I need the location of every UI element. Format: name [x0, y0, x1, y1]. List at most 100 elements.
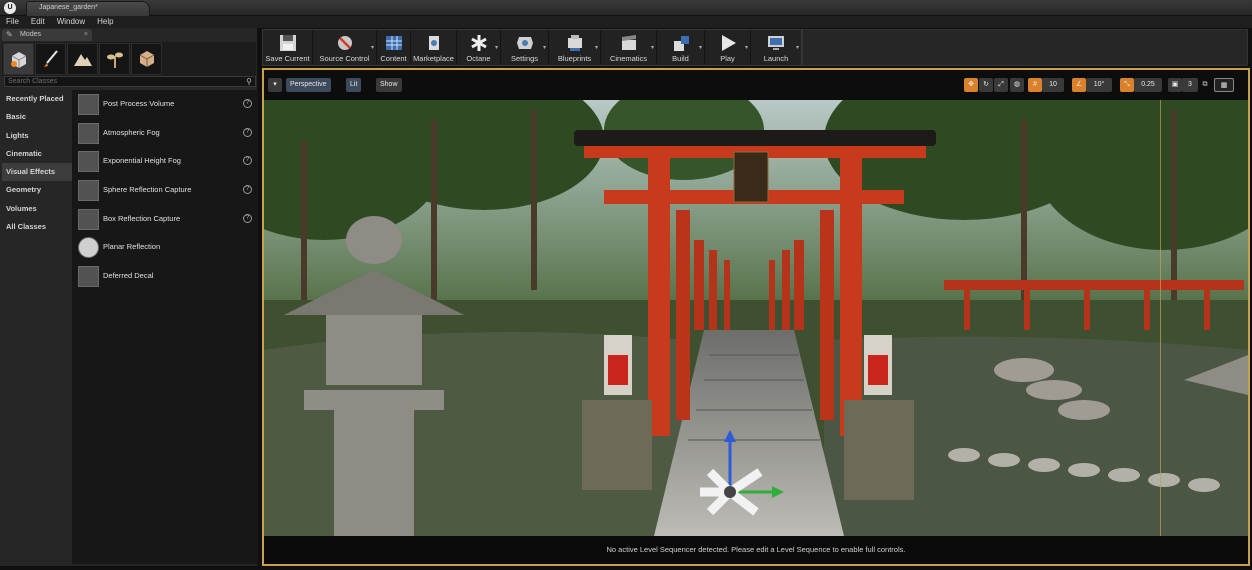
build-label: Build [672, 54, 689, 63]
chevron-down-icon[interactable]: ▾ [595, 44, 598, 51]
grid-snap-value[interactable]: 10 [1042, 78, 1064, 92]
menu-help[interactable]: Help [97, 16, 113, 28]
build-button[interactable]: Build ▾ [657, 30, 705, 65]
world-local-icon[interactable]: ◍ [1010, 78, 1024, 92]
landscape-mode-icon[interactable] [67, 43, 98, 75]
show-label: Show [380, 81, 398, 88]
menu-window[interactable]: Window [57, 16, 85, 28]
save-current-button[interactable]: Save Current [263, 30, 313, 65]
content-icon [385, 36, 402, 50]
perspective-button[interactable]: Perspective [286, 78, 331, 92]
show-button[interactable]: Show [376, 78, 402, 92]
list-item[interactable]: Box Reflection Capture ? [72, 205, 258, 234]
chevron-down-icon[interactable]: ▾ [371, 44, 374, 51]
chevron-down-icon[interactable]: ▾ [699, 44, 702, 51]
help-icon[interactable]: ? [243, 185, 252, 195]
content-button[interactable]: Content [377, 30, 411, 65]
content-label: Content [380, 54, 407, 63]
search-icon[interactable]: ⚲ [246, 77, 252, 86]
modes-tab[interactable]: ✎ Modes × [2, 29, 92, 41]
build-icon [673, 36, 689, 51]
help-icon[interactable]: ? [243, 99, 252, 108]
list-item[interactable]: Planar Reflection [72, 233, 258, 262]
marketplace-label: Marketplace [413, 54, 454, 63]
blueprints-button[interactable]: Blueprints ▾ [549, 30, 601, 65]
paint-mode-icon[interactable] [35, 43, 66, 75]
post-process-volume-icon [78, 94, 99, 115]
list-item-label: Box Reflection Capture [103, 213, 181, 223]
camera-safe-frame-guide [1160, 100, 1161, 536]
menu-edit[interactable]: Edit [31, 16, 45, 28]
category-geometry[interactable]: Geometry [2, 181, 72, 199]
chevron-down-icon[interactable]: ▾ [495, 44, 498, 51]
category-lights[interactable]: Lights [2, 127, 72, 145]
scale-snap-value[interactable]: 0.25 [1134, 78, 1162, 92]
level-viewport[interactable]: ▾ Perspective Lit Show ✥ ↻ ⤢ ◍ # 10 ∠ 10… [262, 68, 1250, 566]
unreal-logo-icon: U [4, 2, 16, 14]
play-button[interactable]: Play ▾ [705, 30, 751, 65]
blueprints-label: Blueprints [557, 54, 592, 63]
viewport-options-button[interactable]: ▾ [268, 78, 282, 92]
rotation-snap-value[interactable]: 10° [1086, 78, 1112, 92]
chevron-down-icon[interactable]: ▾ [745, 44, 748, 51]
place-mode-icon[interactable] [3, 43, 34, 75]
octane-label: Octane [466, 54, 491, 63]
camera-speed-value[interactable]: 3 [1182, 78, 1198, 92]
save-icon [279, 35, 296, 51]
list-item[interactable]: Deferred Decal [72, 262, 258, 291]
play-icon [721, 35, 736, 51]
tab-level[interactable]: Japanese_garden* [26, 1, 150, 16]
help-icon[interactable]: ? [243, 213, 252, 223]
rotate-mode-icon[interactable]: ↻ [979, 78, 993, 92]
rotation-snap-icon[interactable]: ∠ [1072, 78, 1086, 92]
menu-file[interactable]: File [6, 16, 19, 28]
layout-icon[interactable]: ▦ [1214, 78, 1234, 92]
modes-panel: ✎ Modes × Search Classes ⚲ Recently Plac… [0, 28, 258, 566]
menu-bar: File Edit Window Help [0, 16, 1252, 28]
settings-button[interactable]: Settings ▾ [501, 30, 549, 65]
list-item-label: Sphere Reflection Capture [103, 185, 192, 195]
marketplace-button[interactable]: Marketplace [411, 30, 457, 65]
geometry-mode-icon[interactable] [131, 43, 162, 75]
camera-speed-icon[interactable]: ▣ [1168, 78, 1182, 92]
list-item[interactable]: Atmospheric Fog ? [72, 119, 258, 148]
sequencer-status-message: No active Level Sequencer detected. Plea… [264, 536, 1248, 564]
translate-mode-icon[interactable]: ✥ [964, 78, 978, 92]
category-recently-placed[interactable]: Recently Placed [2, 90, 72, 108]
source-control-icon [337, 36, 352, 50]
scene-render[interactable] [264, 100, 1248, 536]
octane-button[interactable]: Octane ▾ [457, 30, 501, 65]
modes-tab-label: Modes [20, 31, 42, 38]
help-icon[interactable]: ? [243, 156, 252, 166]
chevron-down-icon[interactable]: ▾ [796, 44, 799, 51]
close-icon[interactable]: × [84, 29, 88, 41]
category-list: Recently Placed Basic Lights Cinematic V… [2, 90, 72, 236]
lit-button[interactable]: Lit [346, 78, 362, 92]
category-basic[interactable]: Basic [2, 108, 72, 126]
category-cinematic[interactable]: Cinematic [2, 145, 72, 163]
cinematics-button[interactable]: Cinematics ▾ [601, 30, 657, 65]
scale-mode-icon[interactable]: ⤢ [994, 78, 1008, 92]
settings-icon [516, 37, 533, 49]
list-item[interactable]: Sphere Reflection Capture ? [72, 176, 258, 205]
foliage-mode-icon[interactable] [99, 43, 130, 75]
list-item-label: Post Process Volume [103, 99, 175, 108]
list-item[interactable]: Exponential Height Fog ? [72, 147, 258, 176]
launch-button[interactable]: Launch ▾ [751, 30, 801, 65]
grid-snap-icon[interactable]: # [1028, 78, 1042, 92]
list-item[interactable]: Post Process Volume ? [72, 90, 258, 119]
search-classes-input[interactable]: Search Classes ⚲ [4, 76, 256, 87]
cinematics-label: Cinematics [609, 54, 648, 63]
category-visual-effects[interactable]: Visual Effects [2, 163, 72, 182]
scale-snap-icon[interactable]: ⤡ [1120, 78, 1134, 92]
atmospheric-fog-icon [78, 122, 99, 144]
chevron-down-icon[interactable]: ▾ [543, 44, 546, 51]
play-label: Play [720, 54, 735, 63]
japanese-garden-scene [264, 100, 1248, 536]
help-icon[interactable]: ? [243, 127, 252, 137]
maximize-icon[interactable]: ⧉ [1200, 78, 1210, 92]
category-volumes[interactable]: Volumes [2, 200, 72, 218]
source-control-button[interactable]: Source Control ▾ [313, 30, 377, 65]
chevron-down-icon[interactable]: ▾ [651, 44, 654, 51]
category-all-classes[interactable]: All Classes [2, 218, 72, 236]
